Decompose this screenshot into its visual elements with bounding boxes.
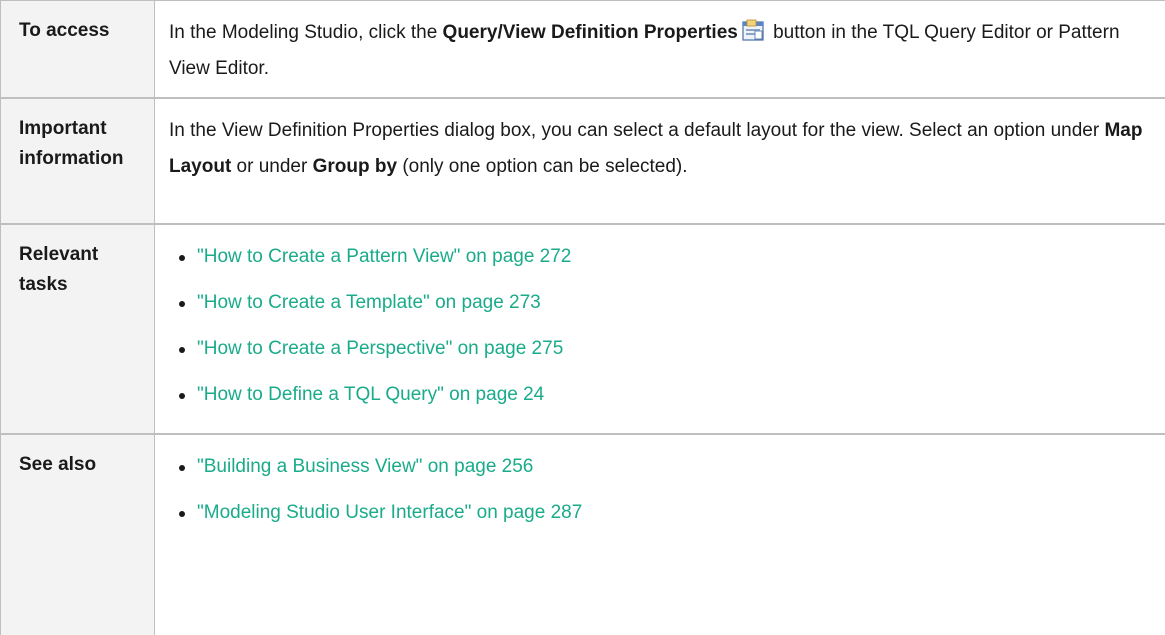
list-item: "How to Create a Template" on page 273 [169,285,1155,331]
label-relevant-tasks: Relevant tasks [1,224,155,434]
list-item: "How to Create a Pattern View" on page 2… [169,239,1155,285]
list-item: "Modeling Studio User Interface" on page… [169,495,1155,541]
link-building-business-view[interactable]: "Building a Business View" on page 256 [197,456,533,477]
access-button-name: Query/View Definition Properties [443,22,738,43]
info-option-group-by: Group by [313,156,397,177]
see-also-list: "Building a Business View" on page 256 "… [169,449,1155,541]
row-important-information: Important information In the View Defini… [1,98,1165,224]
content-to-access: In the Modeling Studio, click the Query/… [155,1,1165,99]
bullet-icon [179,301,185,307]
list-item: "How to Create a Perspective" on page 27… [169,331,1155,377]
info-text-2: or under [231,156,312,177]
label-important-line1: Important [19,118,107,139]
info-table: To access In the Modeling Studio, click … [0,0,1165,635]
label-to-access-text: To access [19,20,109,41]
bullet-icon [179,255,185,261]
properties-icon [742,19,764,41]
link-create-template[interactable]: "How to Create a Template" on page 273 [197,292,541,313]
relevant-tasks-list: "How to Create a Pattern View" on page 2… [169,239,1155,423]
row-relevant-tasks: Relevant tasks "How to Create a Pattern … [1,224,1165,434]
row-see-also: See also "Building a Business View" on p… [1,434,1165,635]
access-text-1: In the Modeling Studio, click the [169,22,443,43]
link-create-pattern-view[interactable]: "How to Create a Pattern View" on page 2… [197,246,571,267]
label-important-line2: information [19,148,124,169]
bullet-icon [179,393,185,399]
label-to-access: To access [1,1,155,99]
bullet-icon [179,465,185,471]
list-item: "Building a Business View" on page 256 [169,449,1155,495]
info-text-3: (only one option can be selected). [397,156,687,177]
label-important-information: Important information [1,98,155,224]
list-item: "How to Define a TQL Query" on page 24 [169,377,1155,423]
link-create-perspective[interactable]: "How to Create a Perspective" on page 27… [197,338,563,359]
link-define-tql-query[interactable]: "How to Define a TQL Query" on page 24 [197,384,544,405]
content-relevant-tasks: "How to Create a Pattern View" on page 2… [155,224,1165,434]
label-see-also: See also [1,434,155,635]
label-tasks-line2: tasks [19,274,68,295]
link-modeling-studio-ui[interactable]: "Modeling Studio User Interface" on page… [197,502,582,523]
bullet-icon [179,347,185,353]
label-tasks-line1: Relevant [19,244,98,265]
row-to-access: To access In the Modeling Studio, click … [1,1,1165,99]
label-see-also-text: See also [19,454,96,475]
info-text-1: In the View Definition Properties dialog… [169,120,1104,141]
content-see-also: "Building a Business View" on page 256 "… [155,434,1165,635]
content-important-information: In the View Definition Properties dialog… [155,98,1165,224]
bullet-icon [179,511,185,517]
